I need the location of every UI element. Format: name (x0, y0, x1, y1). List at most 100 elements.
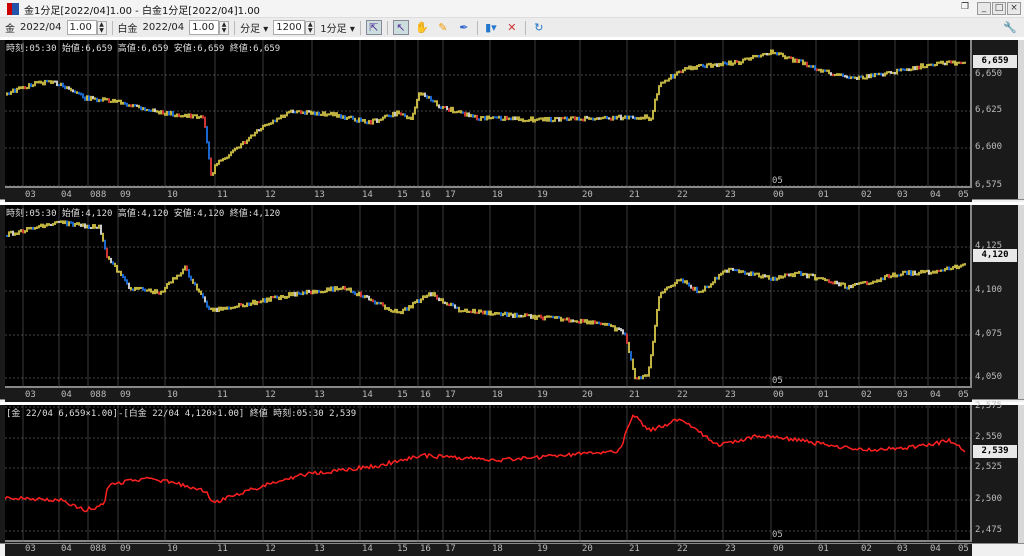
y-tick-label: 6,575 (975, 180, 1002, 190)
refresh-icon[interactable]: ↻ (531, 20, 547, 35)
pencil-icon[interactable]: ✎ (435, 20, 451, 35)
x-tick-label: 16 (420, 190, 431, 200)
minimize-button[interactable]: _ (977, 2, 991, 15)
maximize-button[interactable]: □ (992, 2, 1006, 15)
separator (112, 21, 113, 35)
spread-chart-panel[interactable]: [金 22/04 6,659×1.00]-[白金 22/04 4,120×1.0… (0, 402, 1024, 544)
y-tick-label: 2,475 (975, 525, 1002, 535)
pen-icon[interactable]: ✒ (456, 20, 472, 35)
period-dropdown[interactable]: 1分足 ▾ (320, 20, 355, 35)
vertical-scrollbar[interactable] (1018, 40, 1024, 199)
x-tick-label: 18 (492, 390, 503, 400)
month1-select[interactable]: 2022/04 (20, 22, 62, 33)
x-tick-label: 09 (120, 544, 131, 554)
plot-area[interactable] (5, 405, 972, 542)
crosshair-icon[interactable]: ⇱ (366, 20, 382, 35)
x-tick-label: 088 (90, 544, 106, 554)
x-tick-label: 14 (362, 544, 373, 554)
x-tick-label: 088 (90, 190, 106, 200)
title-bar: 金1分足[2022/04]1.00 - 白金1分足[2022/04]1.00 ❐… (0, 0, 1024, 18)
x-tick-label: 21 (629, 390, 640, 400)
x-tick-label: 03 (25, 544, 36, 554)
x-tick-label: 11 (217, 544, 228, 554)
platinum-ohlc-header: 時刻:05:30 始値:4,120 高値:4,120 安値:4,120 終値:4… (6, 206, 280, 219)
gold-chart-panel[interactable]: 時刻:05:30 始値:6,659 高値:6,659 安値:6,659 終値:6… (0, 37, 1024, 200)
gold-chart (5, 40, 972, 188)
x-tick-label: 17 (445, 544, 456, 554)
close-button[interactable]: × (1007, 2, 1021, 15)
y-tick-label: 4,100 (975, 285, 1002, 295)
day-marker: 05 (772, 176, 783, 186)
x-tick-label: 00 (773, 190, 784, 200)
y-tick-label: 4,050 (975, 372, 1002, 382)
separator (525, 21, 526, 35)
period-label: 1分足 (320, 24, 346, 35)
x-tick-label: 088 (90, 390, 106, 400)
pointer-icon[interactable]: ↖ (393, 20, 409, 35)
hand-icon[interactable]: ✋ (414, 20, 430, 35)
bar-chart-icon[interactable]: ▮▾ (483, 20, 499, 35)
platinum-chart (5, 205, 972, 388)
y-tick-label: 2,575 (975, 401, 1002, 411)
vertical-scrollbar[interactable] (1018, 405, 1024, 543)
x-tick-label: 04 (930, 390, 941, 400)
x-tick-label: 09 (120, 190, 131, 200)
y-tick-label: 2,525 (975, 462, 1002, 472)
x-tick-label: 05 (958, 544, 969, 554)
x-tick-label: 10 (167, 544, 178, 554)
y-tick-label: 6,600 (975, 142, 1002, 152)
restore-window-button[interactable]: ❐ (958, 2, 972, 15)
day-marker: 05 (772, 530, 783, 540)
x-tick-label: 15 (397, 544, 408, 554)
separator (360, 21, 361, 35)
x-tick-label: 01 (818, 544, 829, 554)
x-tick-label: 21 (629, 544, 640, 554)
x-tick-label: 13 (314, 544, 325, 554)
x-tick-label: 12 (265, 390, 276, 400)
y-tick-label: 2,550 (975, 432, 1002, 442)
app-icon (7, 3, 19, 15)
separator (387, 21, 388, 35)
x-tick-label: 22 (677, 390, 688, 400)
multiplier1-spinner[interactable]: ▲▼ (97, 21, 107, 35)
current-price-label: 4,120 (973, 249, 1017, 262)
x-tick-label: 09 (120, 390, 131, 400)
count-input[interactable]: 1200 (273, 20, 305, 35)
multiplier2-input[interactable]: 1.00 (189, 20, 219, 35)
x-tick-label: 19 (537, 190, 548, 200)
x-tick-label: 04 (930, 544, 941, 554)
y-tick-label: 6,625 (975, 105, 1002, 115)
x-tick-label: 10 (167, 390, 178, 400)
spread-line (5, 415, 965, 511)
x-tick-label: 22 (677, 190, 688, 200)
toolbar: 金 2022/04 1.00 ▲▼ 白金 2022/04 1.00 ▲▼ 分足 … (0, 18, 1024, 37)
x-tick-label: 23 (725, 544, 736, 554)
vertical-scrollbar[interactable] (1018, 205, 1024, 399)
x-tick-label: 10 (167, 190, 178, 200)
unit-label: 分足 (240, 24, 260, 35)
x-tick-label: 17 (445, 390, 456, 400)
unit-dropdown[interactable]: 分足 ▾ (240, 20, 268, 35)
x-tick-label: 05 (958, 190, 969, 200)
x-tick-label: 12 (265, 544, 276, 554)
settings-wrench-icon[interactable]: 🔧 (1002, 20, 1018, 35)
multiplier2-spinner[interactable]: ▲▼ (219, 21, 229, 35)
plot-area[interactable] (5, 205, 972, 388)
multiplier1-input[interactable]: 1.00 (67, 20, 97, 35)
x-tick-label: 13 (314, 190, 325, 200)
x-tick-label: 04 (61, 544, 72, 554)
y-tick-label: 4,075 (975, 329, 1002, 339)
platinum-chart-panel[interactable]: 時刻:05:30 始値:4,120 高値:4,120 安値:4,120 終値:4… (0, 202, 1024, 400)
spread-chart (5, 405, 972, 542)
gold-ohlc-header: 時刻:05:30 始値:6,659 高値:6,659 安値:6,659 終値:6… (6, 41, 280, 54)
count-spinner[interactable]: ▲▼ (305, 21, 315, 35)
plot-area[interactable] (5, 40, 972, 188)
x-tick-label: 03 (25, 190, 36, 200)
x-tick-label: 20 (582, 544, 593, 554)
x-tick-label: 01 (818, 190, 829, 200)
x-tick-label: 15 (397, 190, 408, 200)
x-tick-label: 01 (818, 390, 829, 400)
x-tick-label: 05 (958, 390, 969, 400)
month2-select[interactable]: 2022/04 (143, 22, 185, 33)
clear-icon[interactable]: ✕ (504, 20, 520, 35)
